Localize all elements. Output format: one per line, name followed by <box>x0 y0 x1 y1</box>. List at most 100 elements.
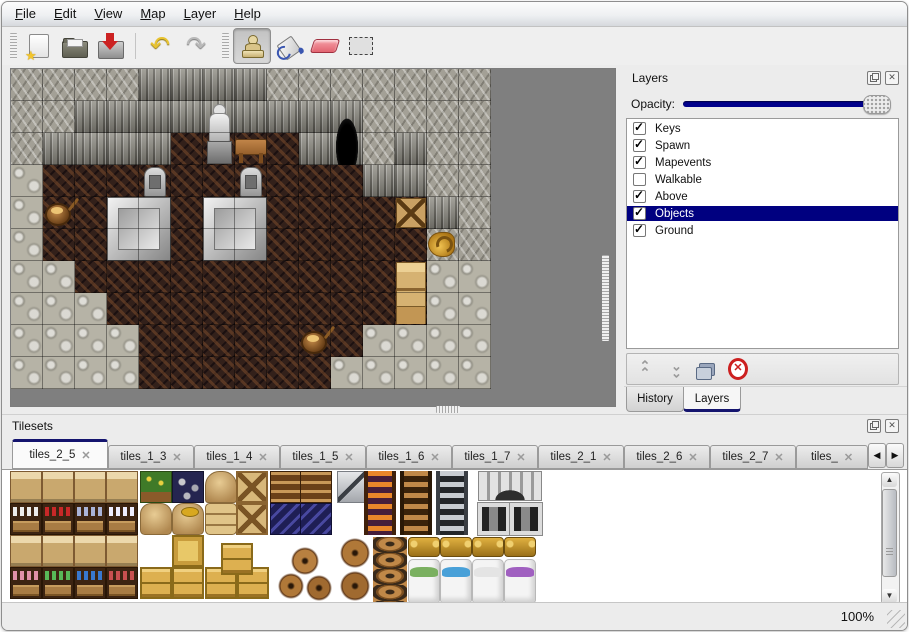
layer-row-spawn[interactable]: Spawn <box>627 138 898 153</box>
tileset-tab-tiles_2_6[interactable]: tiles_2_6✕ <box>624 445 710 469</box>
tileset-tile-shelf-top[interactable] <box>42 471 74 503</box>
layer-visibility-checkbox[interactable] <box>633 224 646 237</box>
tab-layers[interactable]: Layers <box>683 387 741 412</box>
tileset-tile-bed-post[interactable] <box>408 537 440 557</box>
tileset-tile-shelf-groceries[interactable] <box>42 567 74 599</box>
duplicate-layer-button[interactable] <box>697 359 717 379</box>
tileset-tile-bed-post[interactable] <box>440 537 472 557</box>
tileset-tile-shelf-pots[interactable] <box>74 503 106 535</box>
tileset-tab-tiles_1_5[interactable]: tiles_1_5✕ <box>280 445 366 469</box>
tileset-tab-tiles_1_7[interactable]: tiles_1_7✕ <box>452 445 538 469</box>
new-map-button[interactable] <box>21 29 57 63</box>
close-tab-icon[interactable]: ✕ <box>258 451 267 464</box>
tileset-tile-sack-pile[interactable] <box>205 503 237 535</box>
tileset-scrollbar[interactable]: ▲ ▼ <box>881 472 900 604</box>
tileset-tile-stone-door[interactable] <box>478 503 510 535</box>
undo-button[interactable]: ↶ <box>142 29 178 63</box>
layer-visibility-checkbox[interactable] <box>633 173 646 186</box>
stamp-tool-button[interactable] <box>233 28 271 64</box>
tileset-tile-shelf-top[interactable] <box>74 535 106 567</box>
tileset-tile-shelf-top[interactable] <box>106 535 138 567</box>
float-panel-icon[interactable] <box>867 71 881 85</box>
tileset-tab-tiles_1_4[interactable]: tiles_1_4✕ <box>194 445 280 469</box>
tileset-tile-ladder-brown[interactable] <box>400 471 432 535</box>
layer-visibility-checkbox[interactable] <box>633 139 646 152</box>
close-panel-icon[interactable]: ✕ <box>885 419 899 433</box>
layer-list[interactable]: KeysSpawnMapeventsWalkableAboveObjectsGr… <box>626 118 899 349</box>
close-tab-icon[interactable]: ✕ <box>688 451 697 464</box>
menu-map[interactable]: Map <box>131 2 174 26</box>
menu-layer[interactable]: Layer <box>175 2 226 26</box>
tileset-tile-crates-blue[interactable] <box>270 503 302 535</box>
tileset-tile-shelf-top[interactable] <box>10 471 42 503</box>
tileset-tile-sack-open[interactable] <box>172 503 204 535</box>
menu-file[interactable]: File <box>6 2 45 26</box>
menu-help[interactable]: Help <box>225 2 270 26</box>
tileset-view[interactable]: ▲ ▼ <box>2 470 907 605</box>
tileset-tile-shelf-cakes[interactable] <box>10 567 42 599</box>
tileset-tile-ladder-orange[interactable] <box>364 471 396 535</box>
close-tab-icon[interactable]: ✕ <box>602 451 611 464</box>
tileset-tab-tiles_2_7[interactable]: tiles_2_7✕ <box>710 445 796 469</box>
tileset-tile-crate-top[interactable] <box>172 535 204 567</box>
resize-grip[interactable] <box>887 610 905 628</box>
map-canvas[interactable] <box>11 69 491 389</box>
menu-edit[interactable]: Edit <box>45 2 85 26</box>
tileset-tile-crate-yellow[interactable] <box>221 543 253 575</box>
close-tab-icon[interactable]: ✕ <box>344 451 353 464</box>
close-tab-icon[interactable]: ✕ <box>844 451 853 464</box>
tileset-tile-barrel-stack[interactable] <box>339 537 373 603</box>
tileset-tile-bed-post[interactable] <box>504 537 536 557</box>
float-panel-icon[interactable] <box>867 419 881 433</box>
tileset-tile-shelf-top[interactable] <box>74 471 106 503</box>
layer-row-walkable[interactable]: Walkable <box>627 172 898 187</box>
scrollbar-thumb[interactable] <box>882 489 897 577</box>
tileset-tile-mushroom-box[interactable] <box>172 471 204 503</box>
redo-button[interactable]: ↷ <box>178 29 214 63</box>
move-layer-down-button[interactable]: ⌃⌃ <box>666 359 686 379</box>
scroll-tabs-left-button[interactable]: ◀ <box>868 443 886 468</box>
tileset-tile-ladder-gray[interactable] <box>436 471 468 535</box>
close-tab-icon[interactable]: ✕ <box>81 449 90 462</box>
tileset-tab-tiles[interactable]: tiles_✕ <box>796 445 868 469</box>
delete-layer-button[interactable]: ✕ <box>728 359 748 379</box>
map-view[interactable] <box>10 68 616 407</box>
tileset-tile-shelf-mixed[interactable] <box>106 567 138 599</box>
tileset-tile-bed-post[interactable] <box>472 537 504 557</box>
layer-visibility-checkbox[interactable] <box>633 122 646 135</box>
tileset-tile-shelf-red[interactable] <box>42 503 74 535</box>
tileset-tile-shelf-jars[interactable] <box>106 503 138 535</box>
close-tab-icon[interactable]: ✕ <box>774 451 783 464</box>
tileset-tile-barrel-cluster[interactable] <box>274 539 338 603</box>
tileset-tile-shelf-top[interactable] <box>42 535 74 567</box>
tileset-tile-stone-arch[interactable] <box>478 471 542 501</box>
tileset-tile-crate-x[interactable] <box>236 471 268 503</box>
layer-row-mapevents[interactable]: Mapevents <box>627 155 898 170</box>
menu-view[interactable]: View <box>85 2 131 26</box>
tileset-tile-bed-green[interactable] <box>408 559 440 603</box>
tileset-tile-stone-door[interactable] <box>510 503 542 535</box>
layer-visibility-checkbox[interactable] <box>633 207 646 220</box>
tileset-tab-tiles_1_6[interactable]: tiles_1_6✕ <box>366 445 452 469</box>
move-layer-up-button[interactable]: ⌃⌃ <box>635 359 655 379</box>
layer-row-objects[interactable]: Objects <box>627 206 898 221</box>
layer-row-above[interactable]: Above <box>627 189 898 204</box>
layer-row-ground[interactable]: Ground <box>627 223 898 238</box>
tileset-tile-sack-top[interactable] <box>205 471 237 503</box>
tileset-tile-crate-yellow[interactable] <box>140 567 172 599</box>
close-panel-icon[interactable]: ✕ <box>885 71 899 85</box>
save-map-button[interactable] <box>93 29 129 63</box>
scroll-down-arrow[interactable]: ▼ <box>882 589 897 603</box>
tileset-tile-crate-yellow[interactable] <box>172 567 204 599</box>
opacity-slider-handle[interactable] <box>863 95 891 114</box>
tileset-tab-tiles_2_5[interactable]: tiles_2_5✕ <box>12 439 108 469</box>
tileset-tile-bed-white[interactable] <box>472 559 504 603</box>
open-map-button[interactable] <box>57 29 93 63</box>
horizontal-splitter-handle[interactable] <box>436 406 460 413</box>
tileset-tile-pot-stack[interactable] <box>373 537 407 603</box>
layer-visibility-checkbox[interactable] <box>633 190 646 203</box>
opacity-slider[interactable] <box>683 101 889 107</box>
close-tab-icon[interactable]: ✕ <box>172 451 181 464</box>
toolbar-drag-handle[interactable] <box>10 33 17 59</box>
tileset-tile-shelf-top[interactable] <box>106 471 138 503</box>
